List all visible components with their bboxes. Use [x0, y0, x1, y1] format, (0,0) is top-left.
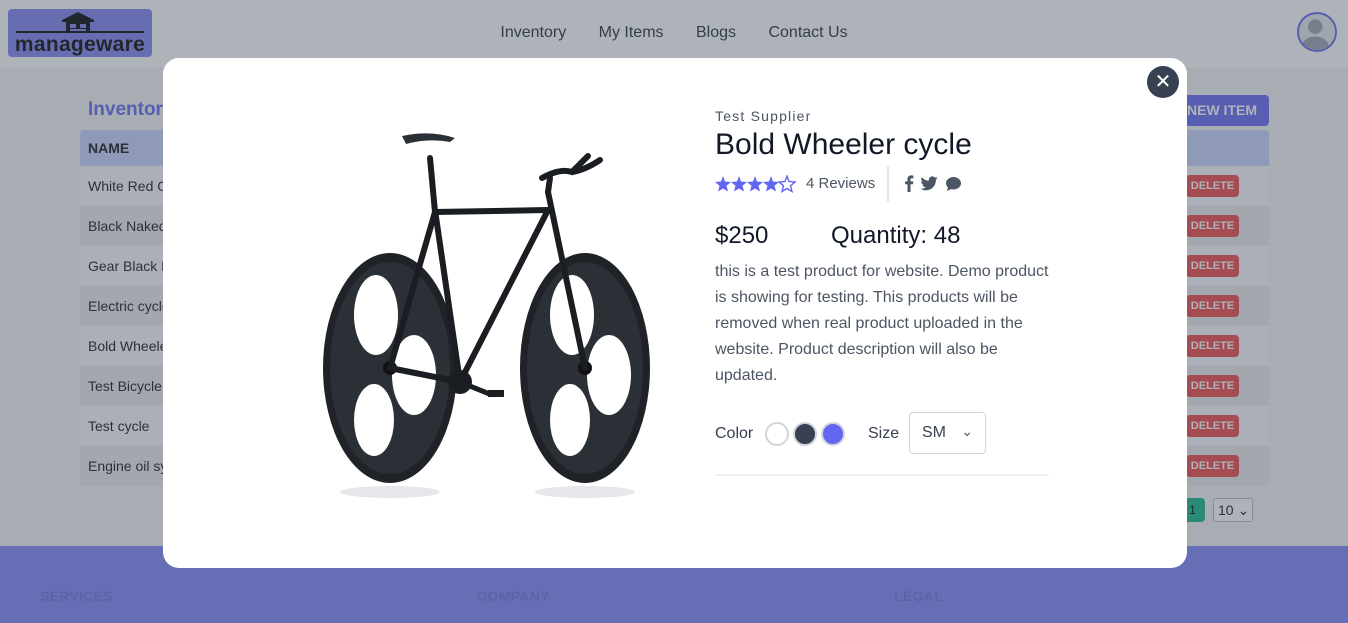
product-price: $250	[715, 222, 769, 249]
supplier-name: Test Supplier	[715, 108, 812, 124]
size-label: Size	[868, 425, 900, 442]
color-label: Color	[715, 425, 754, 442]
twitter-icon[interactable]	[920, 175, 938, 197]
divider	[887, 166, 889, 202]
star-filled-icon	[715, 176, 731, 192]
star-empty-icon	[777, 175, 797, 193]
divider	[715, 474, 1049, 476]
color-swatch-dark[interactable]	[793, 422, 817, 446]
star-filled-icon	[763, 176, 779, 192]
product-image	[323, 133, 650, 498]
star-filled-icon	[747, 176, 763, 192]
star-filled-icon	[731, 176, 747, 192]
facebook-icon[interactable]	[904, 175, 914, 197]
close-button[interactable]: ✕	[1147, 66, 1179, 98]
product-title: Bold Wheeler cycle	[715, 128, 972, 161]
chevron-down-icon: ⌄	[961, 423, 973, 439]
size-value: SM	[922, 424, 946, 441]
rating-stars	[715, 175, 797, 193]
color-swatch-indigo[interactable]	[821, 422, 845, 446]
size-select[interactable]: SM ⌄	[909, 412, 986, 454]
reviews-count[interactable]: 4 Reviews	[806, 175, 875, 192]
social-links	[904, 175, 964, 193]
product-quantity: Quantity: 48	[831, 222, 961, 249]
close-icon: ✕	[1154, 71, 1172, 93]
color-swatch-white[interactable]	[765, 422, 789, 446]
product-description: this is a test product for website. Demo…	[715, 263, 1049, 384]
chat-icon[interactable]	[945, 176, 962, 197]
